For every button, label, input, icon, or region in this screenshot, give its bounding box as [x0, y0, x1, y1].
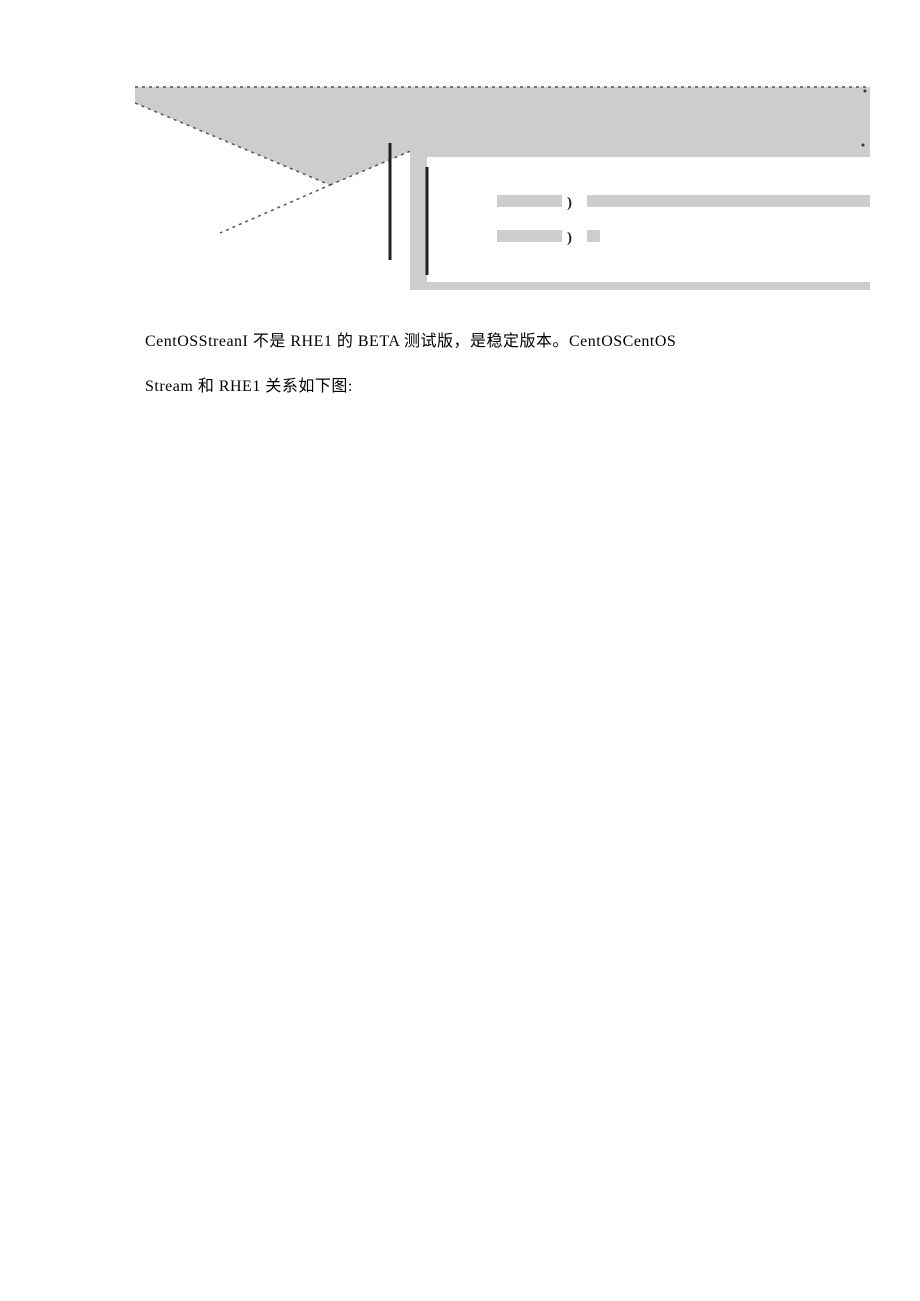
paragraph-line-1: CentOSStreanI 不是 RHE1 的 BETA 测试版，是稳定版本。C…: [145, 320, 785, 365]
body-text: CentOSStreanI 不是 RHE1 的 BETA 测试版，是稳定版本。C…: [145, 320, 785, 410]
svg-text:): ): [567, 195, 572, 211]
paragraph-line-2: Stream 和 RHE1 关系如下图:: [145, 365, 785, 410]
svg-text:): ): [567, 230, 572, 246]
relationship-diagram: ) ): [135, 85, 870, 290]
